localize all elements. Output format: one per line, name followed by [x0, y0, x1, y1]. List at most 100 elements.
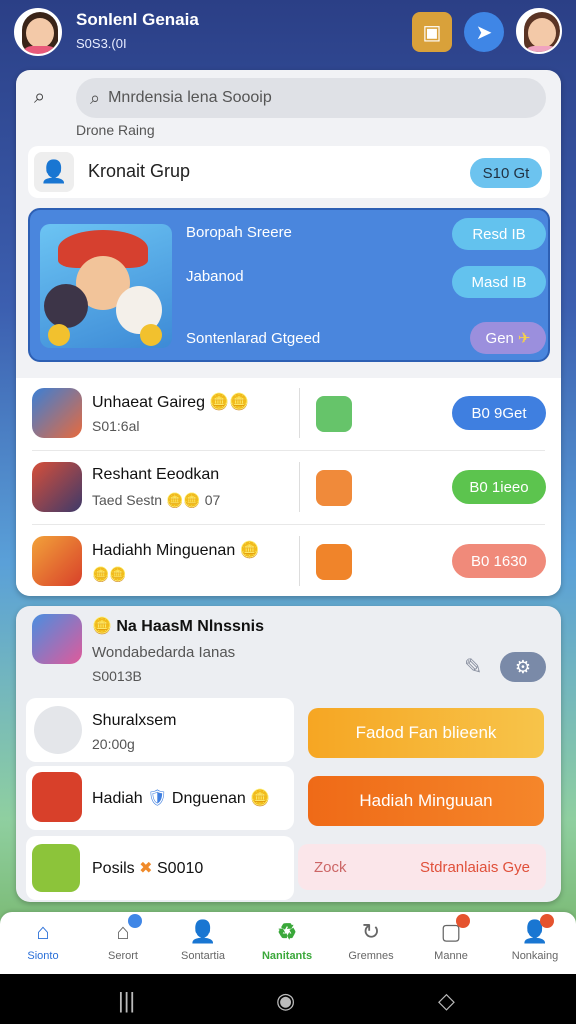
list-item[interactable]: Hadiahh Minguenan 🪙 🪙🪙 B0 1630	[16, 526, 561, 598]
bottom-nav: ⌂ Sionto ⌂ Serort 👤 Sontartia ♻ Nanitant…	[0, 912, 576, 974]
featured-line-1: Boropah Sreere	[186, 224, 292, 241]
featured-mod-button[interactable]: Masd IB	[452, 266, 546, 298]
system-nav-bar: ||| ◉ ◇	[0, 974, 576, 1024]
nav-item-store[interactable]: ⌂ Serort	[82, 914, 164, 970]
nav-label: Sontartia	[180, 950, 226, 962]
face-icon	[316, 470, 352, 506]
store-icon: ⌂	[108, 914, 142, 946]
user-avatar[interactable]	[14, 8, 62, 56]
lock-reward-button[interactable]: Zock Stdranlaiais Gye	[298, 844, 546, 890]
game-thumb	[32, 536, 82, 586]
reward-row[interactable]: Hadiah 🛡 Dnguenan 🪙	[26, 766, 294, 830]
rewards-sub1: Wondabedarda Ianas	[92, 644, 236, 661]
reward-row-title: Hadiah 🛡 Dnguenan 🪙	[92, 790, 271, 807]
user-badge-icon: 👤	[520, 914, 554, 946]
rewards-title: 🪙 Na HaasM Nlnssnis	[92, 618, 264, 635]
nav-label: Sionto	[27, 950, 59, 962]
list-item-button[interactable]: B0 1630	[452, 544, 546, 578]
profile-icon[interactable]	[516, 8, 562, 54]
gear-icon[interactable]: ⚙	[500, 652, 546, 682]
main-panel: ⌕ ⌕ Mnrdensia lena Soooip Drone Raing 👤 …	[16, 70, 561, 596]
claim-fan-button[interactable]: Fadod Fan blieenk	[308, 708, 544, 758]
nav-item-home[interactable]: ⌂ Sionto	[2, 918, 84, 970]
list-item-title: Reshant Eeodkan	[92, 466, 220, 483]
gift-icon	[32, 844, 80, 892]
nav-item-recycle[interactable]: ♻ Nanitants	[246, 918, 328, 970]
treasure-chest-icon[interactable]: ▣	[412, 12, 452, 52]
featured-read-button[interactable]: Resd IB	[452, 218, 546, 250]
bandage-icon	[34, 706, 82, 754]
home-circle-icon[interactable]: ◉	[276, 988, 295, 1014]
section-label: Drone Raing	[76, 122, 155, 138]
game-thumb	[32, 462, 82, 512]
row-separator	[32, 524, 545, 525]
list-item-button[interactable]: B0 9Get	[452, 396, 546, 430]
nav-label: Gremnes	[348, 950, 394, 962]
reward-row-sub: 20:00g	[92, 736, 135, 752]
featured-line-2: Jabanod	[186, 268, 244, 285]
lock-reward-left: Zock	[314, 858, 347, 876]
group-label: Kronait Grup	[88, 161, 191, 181]
search-icon: ⌕	[90, 87, 101, 108]
rewards-sub2: S0013B	[92, 668, 142, 684]
search-input[interactable]: ⌕ Mnrdensia lena Soooip	[76, 78, 546, 118]
row-separator	[32, 450, 545, 451]
coins-icon: 🪙🪙	[92, 566, 127, 582]
nav-item-ranking[interactable]: 👤 Nonkaing	[494, 914, 576, 970]
row-divider	[299, 388, 300, 438]
nav-label: Manne	[434, 950, 468, 962]
send-icon[interactable]: ➤	[464, 12, 504, 52]
home-icon: ⌂	[36, 919, 50, 944]
refresh-icon: ↻	[361, 919, 381, 944]
list-item-title: Unhaeat Gaireg 🪙🪙	[92, 394, 250, 411]
game-list: Unhaeat Gaireg 🪙🪙 S01:6al B0 9Get Reshan…	[16, 378, 561, 596]
edit-icon[interactable]: ✎	[464, 654, 482, 680]
weekly-reward-button[interactable]: Hadiah Minguuan	[308, 776, 544, 826]
row-divider	[299, 536, 300, 586]
list-item-button[interactable]: B0 1ieeo	[452, 470, 546, 504]
reward-row-title: Posils ✖ S0010	[92, 860, 204, 877]
rewards-panel: 🪙 Na HaasM Nlnssnis Wondabedarda Ianas S…	[16, 606, 561, 902]
header-subtitle: S0S3.(0I	[76, 36, 127, 51]
robot-icon	[316, 544, 352, 580]
lock-icon	[32, 772, 82, 822]
nav-item-person[interactable]: 👤 Sontartia	[162, 918, 244, 970]
game-thumb	[32, 388, 82, 438]
search-lead-icon[interactable]: ⌕	[34, 86, 45, 109]
header-title: Sonlenl Genaia	[76, 10, 199, 29]
coin-icon: 🪙	[92, 618, 112, 635]
smile-icon	[316, 396, 352, 432]
person-icon: 👤	[189, 919, 217, 944]
app-header: Sonlenl Genaia S0S3.(0I ▣ ➤	[0, 0, 576, 64]
nav-item-manne[interactable]: ▢ Manne	[410, 914, 492, 970]
row-divider	[299, 462, 300, 512]
person-icon: 👤	[34, 152, 74, 192]
nav-label: Serort	[108, 950, 138, 962]
plane-icon: ✈	[517, 330, 531, 347]
reward-row-title: Shuralxsem	[92, 712, 177, 729]
list-item[interactable]: Reshant Eeodkan Taed Sestn 🪙🪙 07 B0 1iee…	[16, 452, 561, 524]
back-icon[interactable]: ◇	[438, 988, 455, 1014]
list-item-sub: Taed Sestn 🪙🪙 07	[92, 492, 221, 508]
search-placeholder: Mnrdensia lena Soooip	[108, 89, 272, 106]
lock-reward-right: Stdranlaiais Gye	[419, 858, 530, 876]
nav-label: Nanitants	[261, 950, 313, 962]
group-row[interactable]: 👤 Kronait Grup S10 Gt	[28, 146, 550, 198]
recycle-icon: ♻	[277, 919, 297, 944]
featured-go-label: Gen	[485, 329, 514, 347]
rewards-thumb	[32, 614, 82, 664]
reward-row[interactable]: Posils ✖ S0010	[26, 836, 294, 900]
featured-line-3: Sontenlarad Gtgeed	[186, 330, 321, 347]
nav-label: Nonkaing	[511, 950, 559, 962]
recent-apps-icon[interactable]: |||	[118, 988, 135, 1014]
nav-item-games[interactable]: ↻ Gremnes	[330, 918, 412, 970]
list-item-title: Hadiahh Minguenan 🪙	[92, 542, 260, 559]
reward-row[interactable]: Shuralxsem 20:00g	[26, 698, 294, 762]
list-item[interactable]: Unhaeat Gaireg 🪙🪙 S01:6al B0 9Get	[16, 378, 561, 450]
featured-go-button[interactable]: Gen ✈	[470, 322, 546, 354]
calendar-icon: ▢	[436, 914, 470, 946]
featured-art	[40, 224, 172, 348]
featured-card[interactable]: Boropah Sreere Jabanod Sontenlarad Gtgee…	[28, 208, 550, 362]
group-button[interactable]: S10 Gt	[470, 158, 542, 188]
list-item-sub: S01:6al	[92, 418, 140, 434]
